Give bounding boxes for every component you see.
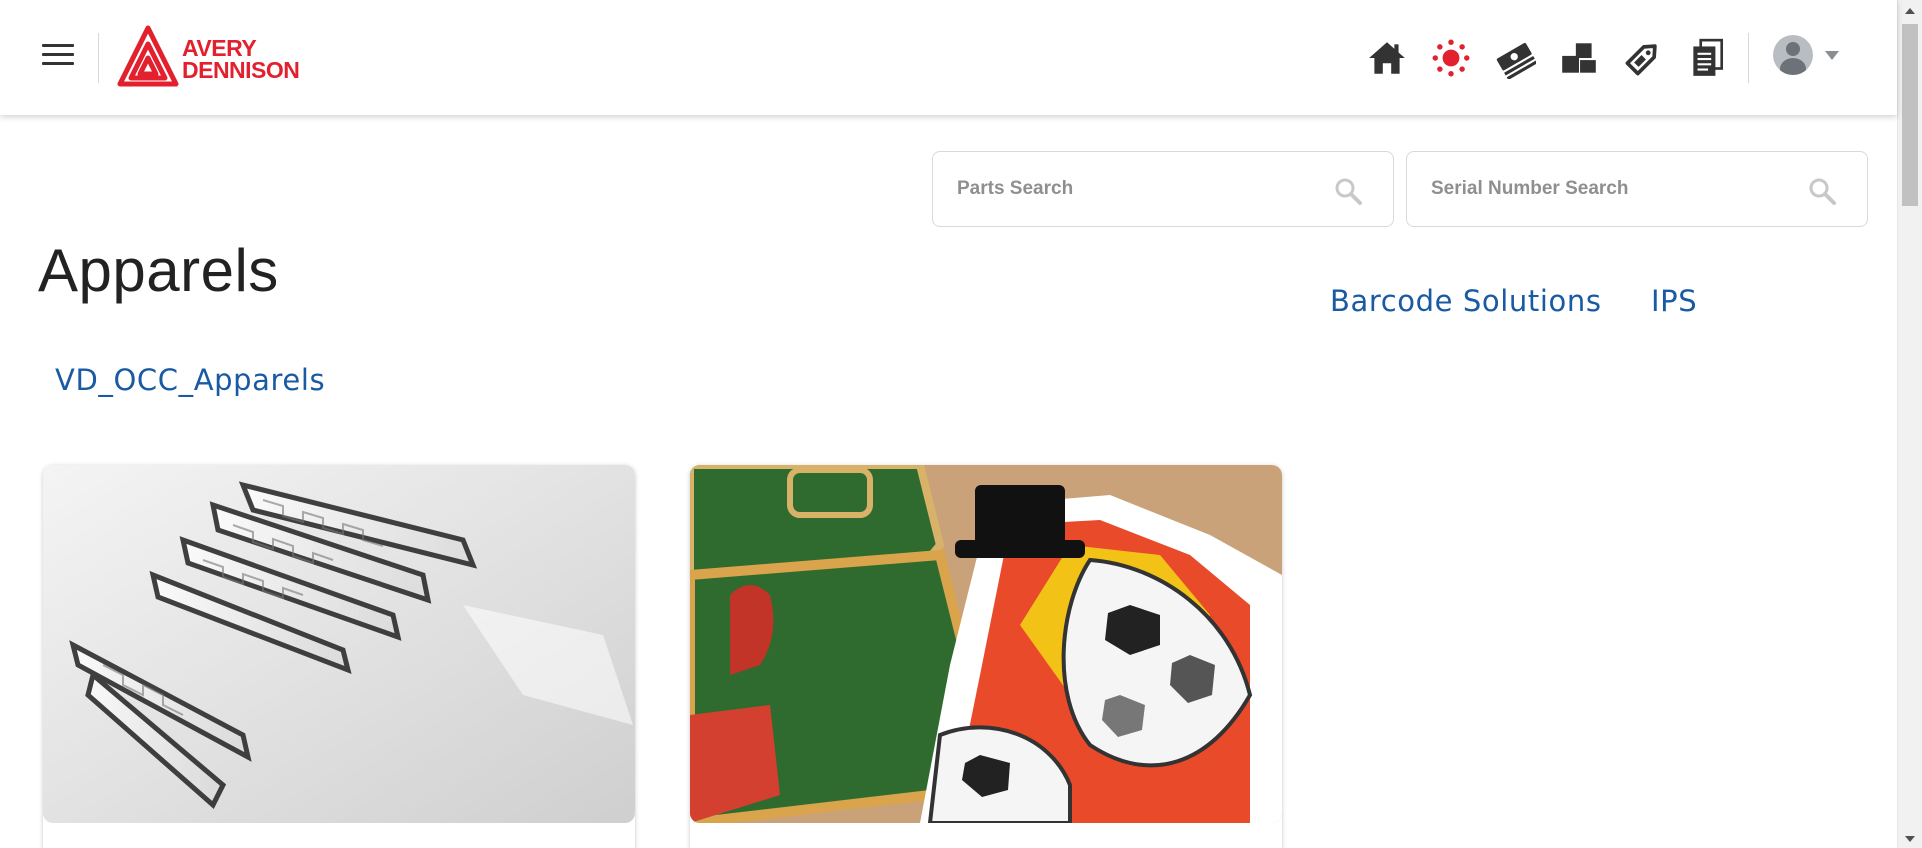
menu-icon[interactable]	[42, 44, 74, 68]
sun-icon[interactable]	[1429, 36, 1473, 80]
avery-dennison-logo[interactable]: AVERY DENNISON	[116, 24, 311, 90]
product-card[interactable]	[43, 465, 635, 848]
subcategory-link[interactable]: VD_OCC_Apparels	[55, 363, 325, 397]
search-icon[interactable]	[1333, 176, 1363, 206]
parts-search-input[interactable]	[957, 174, 1317, 204]
serial-number-search-input[interactable]	[1431, 174, 1791, 204]
logo-line-1: AVERY	[182, 35, 257, 61]
logo-triangle-icon	[117, 25, 179, 87]
top-navbar: AVERY DENNISON	[0, 0, 1897, 115]
boxes-icon[interactable]	[1557, 36, 1601, 80]
search-icon[interactable]	[1807, 176, 1837, 206]
chevron-down-icon[interactable]	[1825, 50, 1839, 60]
scroll-up-arrow-icon[interactable]	[1905, 8, 1915, 14]
header-divider	[1748, 33, 1749, 83]
money-icon[interactable]	[1493, 36, 1537, 80]
rfid-inlays-image	[43, 465, 635, 823]
embroidered-patches-image	[690, 465, 1282, 823]
serial-search-box	[1406, 151, 1868, 227]
header-nav-icons	[1365, 36, 1729, 80]
page-title: Apparels	[38, 237, 279, 304]
documents-icon[interactable]	[1685, 36, 1729, 80]
logo-wordmark: AVERY DENNISON	[182, 35, 300, 83]
logo-line-2: DENNISON	[182, 57, 300, 83]
category-link-ips[interactable]: IPS	[1651, 284, 1697, 318]
category-link-barcode-solutions[interactable]: Barcode Solutions	[1330, 284, 1602, 318]
header-divider	[98, 33, 99, 83]
home-icon[interactable]	[1365, 36, 1409, 80]
product-card[interactable]	[690, 465, 1282, 848]
parts-search-box	[932, 151, 1394, 227]
user-menu[interactable]	[1773, 35, 1839, 75]
scroll-thumb[interactable]	[1902, 24, 1918, 206]
avatar-icon[interactable]	[1773, 35, 1813, 75]
scroll-down-arrow-icon[interactable]	[1905, 836, 1915, 842]
tag-icon[interactable]	[1621, 36, 1665, 80]
page-scrollbar[interactable]	[1897, 0, 1922, 848]
